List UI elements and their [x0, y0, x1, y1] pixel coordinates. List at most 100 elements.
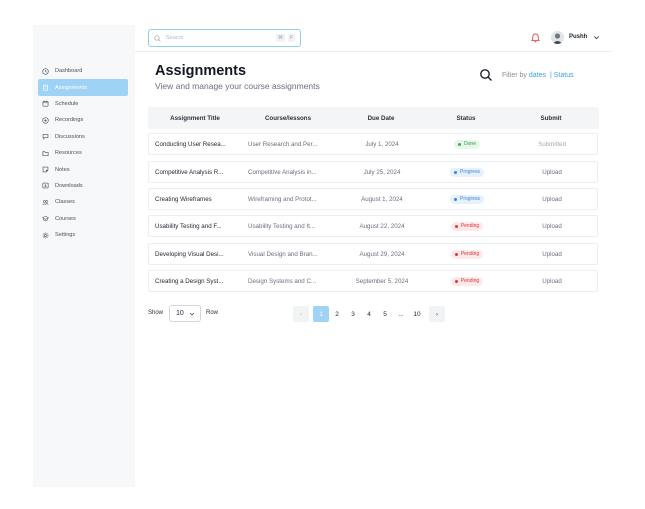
page-button-3[interactable]: 3 [345, 306, 361, 322]
assignment-title: Conducting User Resea... [155, 140, 226, 148]
upload-button[interactable]: Upload [509, 189, 595, 209]
sidebar-item-settings[interactable]: Settings [38, 227, 128, 243]
search-input[interactable] [166, 35, 266, 41]
sidebar-item-label: Assignments [55, 84, 88, 91]
column-header-course: Course/lessons [264, 114, 312, 122]
due-date: August 1, 2024 [361, 195, 403, 203]
page-button-5[interactable]: 5 [377, 306, 393, 322]
shortcut-key-cmd: ⌘ [275, 34, 285, 42]
status-badge: Pending [450, 249, 484, 259]
sidebar-item-label: Discussions [55, 133, 85, 140]
upload-button[interactable]: Upload [509, 271, 595, 291]
assignment-title: Usability Testing and F... [155, 222, 222, 230]
topbar: ⌘ F Pushh [135, 25, 611, 52]
page-title: Assignments [155, 63, 247, 79]
status-dot [454, 252, 458, 256]
status-text: Pending [460, 223, 480, 229]
assignment-title: Competitive Analysis R... [155, 168, 224, 176]
shortcut-key-f: F [287, 34, 295, 42]
upload-button[interactable]: Upload [509, 244, 595, 264]
filter-control: Filter by dates | Status [502, 72, 574, 79]
table-row[interactable]: Conducting User Resea... User Research an… [148, 133, 598, 155]
course-name: Competitive Analysis in... [248, 168, 317, 176]
status-cell: Pending [431, 271, 503, 291]
clipboard-icon [42, 84, 49, 91]
page-button-2[interactable]: 2 [329, 306, 345, 322]
folder-icon [42, 150, 49, 157]
status-cell: Progress [431, 162, 503, 182]
sidebar-item-classes[interactable]: Classes [38, 194, 128, 210]
table-row[interactable]: Competitive Analysis R... Competitive Ana… [148, 161, 598, 183]
status-text: Progress [459, 196, 480, 202]
rows-per-page-select[interactable]: 10 [169, 305, 201, 322]
upload-button[interactable]: Upload [509, 162, 595, 182]
chevron-down-icon[interactable] [593, 34, 600, 41]
table-row[interactable]: Usability Testing and F... Usability Test… [148, 215, 598, 237]
status-dot [454, 224, 458, 228]
column-header-status: Status [456, 114, 476, 122]
users-icon [42, 199, 49, 206]
course-name: User Research and Per... [248, 140, 318, 148]
avatar-image [551, 31, 564, 44]
due-date: July 25, 2024 [363, 168, 401, 176]
assignment-title: Developing Visual Desi... [155, 250, 224, 258]
due-date: September 5, 2024 [355, 277, 409, 285]
clock-icon [42, 68, 49, 75]
sidebar-item-schedule[interactable]: Schedule [38, 96, 128, 112]
next-page-button[interactable]: › [429, 306, 445, 322]
sidebar-item-label: Downloads [55, 182, 83, 189]
sidebar-item-assignments[interactable]: Assignments [38, 79, 128, 96]
search-icon[interactable] [479, 68, 493, 82]
column-header-title: Assignment Title [170, 114, 220, 122]
filter-dates-link[interactable]: dates [529, 72, 546, 79]
table-row[interactable]: Developing Visual Desi... Visual Design a… [148, 243, 598, 265]
page-button-4[interactable]: 4 [361, 306, 377, 322]
sidebar-nav: Dashboard Assignments Schedule Recordings Di… [38, 63, 128, 243]
status-cell: Pending [431, 244, 503, 264]
sidebar-item-downloads[interactable]: Downloads [38, 178, 128, 194]
status-cell: Progress [431, 189, 503, 209]
sidebar-item-resources[interactable]: Resources [38, 145, 128, 161]
table-row[interactable]: Creating Wireframes Wireframing and Proto… [148, 188, 598, 210]
sidebar-item-label: Classes [55, 199, 75, 206]
due-date: August 29, 2024 [359, 250, 405, 258]
search-shortcut: ⌘ F [275, 34, 295, 42]
search-box[interactable]: ⌘ F [148, 29, 301, 47]
table-header: Assignment Title Course/lessons Due Date… [148, 107, 599, 129]
rows-per-page-value: 10 [176, 310, 184, 317]
column-header-submit: Submit [540, 114, 562, 122]
upload-button[interactable]: Upload [509, 216, 595, 236]
prev-page-button[interactable]: ‹ [293, 306, 309, 322]
sidebar-item-dashboard[interactable]: Dashboard [38, 63, 128, 79]
calendar-icon [42, 100, 49, 107]
course-name: Wireframing and Protot... [248, 195, 317, 203]
sidebar-item-discussions[interactable]: Discussions [38, 129, 128, 145]
status-dot [453, 197, 457, 201]
course-name: Usability Testing and It... [248, 222, 315, 230]
status-cell: Done [431, 134, 503, 154]
course-name: Design Systems and C... [248, 277, 317, 285]
page-button-1[interactable]: 1 [313, 306, 329, 322]
filter-prefix: Filter by [502, 72, 527, 79]
video-icon [42, 117, 49, 124]
sidebar-item-courses[interactable]: Courses [38, 211, 128, 227]
assignment-title: Creating a Design Syst... [155, 277, 224, 285]
due-date: July 1, 2024 [365, 140, 399, 148]
pagination-ellipsis: ... [398, 310, 404, 318]
status-dot [453, 170, 457, 174]
username[interactable]: Pushh [569, 34, 587, 40]
due-date: August 22, 2024 [359, 222, 405, 230]
bell-icon[interactable] [531, 33, 540, 43]
sidebar-item-label: Dashboard [55, 68, 83, 75]
page-subtitle: View and manage your course assignments [155, 81, 320, 91]
download-icon [42, 182, 49, 189]
avatar[interactable] [551, 31, 564, 44]
sidebar-item-recordings[interactable]: Recordings [38, 112, 128, 128]
status-badge: Done [454, 139, 480, 149]
sidebar-item-notes[interactable]: Notes [38, 161, 128, 177]
column-header-due-date: Due Date [367, 114, 395, 122]
assignment-title: Creating Wireframes [155, 195, 212, 203]
page-button-10[interactable]: 10 [409, 306, 425, 322]
table-row[interactable]: Creating a Design Syst... Design Systems … [148, 270, 598, 292]
filter-status-link[interactable]: Status [554, 72, 574, 79]
